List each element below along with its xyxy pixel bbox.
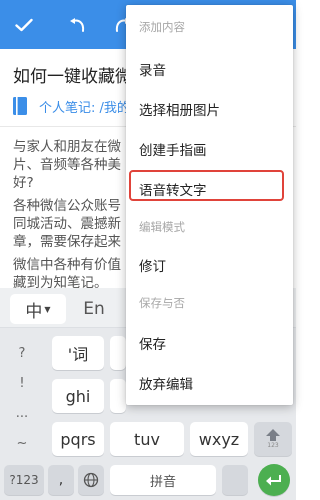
chevron-down-icon: ▼ — [44, 304, 51, 314]
folder-selector[interactable]: 个人笔记: /我的 — [13, 96, 130, 116]
arrow-up-icon — [266, 429, 280, 441]
notebook-icon — [13, 97, 27, 115]
english-mode-tab[interactable]: En — [66, 294, 122, 324]
key-9[interactable]: wxyz — [190, 422, 248, 456]
chinese-mode-tab[interactable]: 中 ▼ — [10, 294, 66, 324]
shift-sub-label: 123 — [267, 442, 279, 449]
globe-icon — [83, 472, 99, 488]
menu-section-save-or-not: 保存与否 — [139, 296, 185, 310]
key-2[interactable] — [110, 336, 126, 370]
comma-key[interactable]: , — [48, 465, 74, 495]
key-4[interactable]: ghi — [52, 379, 104, 413]
period-key[interactable] — [222, 465, 248, 495]
key-1[interactable]: '词 — [52, 336, 104, 370]
menu-item-discard-edit[interactable]: 放弃编辑 — [126, 363, 293, 403]
undo-button[interactable] — [54, 0, 102, 49]
note-title[interactable]: 如何一键收藏微 — [13, 62, 132, 87]
menu-item-choose-photo[interactable]: 选择相册图片 — [126, 89, 293, 129]
undo-icon — [70, 17, 85, 32]
menu-section-edit-mode: 编辑模式 — [139, 220, 185, 234]
body-paragraph: 各种微信公众账号 同城活动、震撼新 章，需要保存起来 — [13, 198, 121, 250]
punct-key[interactable]: ! — [0, 376, 44, 391]
symbols-key[interactable]: ?123 — [4, 465, 44, 495]
key-5[interactable] — [110, 379, 126, 413]
punctuation-column: ? ! ... ~ — [0, 332, 44, 462]
menu-item-revise[interactable]: 修订 — [126, 245, 293, 285]
globe-key[interactable] — [78, 465, 104, 495]
highlight-annotation-box — [129, 170, 284, 201]
shift-button[interactable]: 123 — [254, 422, 292, 456]
punct-key[interactable]: ... — [0, 406, 44, 421]
punct-key[interactable]: ~ — [0, 436, 44, 451]
body-paragraph: 微信中各种有价值 藏到为知笔记。 — [13, 257, 121, 291]
menu-item-finger-drawing[interactable]: 创建手指画 — [126, 129, 293, 169]
save-check-button[interactable] — [0, 0, 48, 49]
key-8[interactable]: tuv — [110, 422, 184, 456]
enter-button[interactable] — [258, 464, 290, 496]
space-key[interactable]: 拼音 — [110, 465, 216, 495]
menu-item-record-audio[interactable]: 录音 — [126, 49, 293, 89]
note-body[interactable]: 与家人和朋友在微 片、音频等各种美 好? 各种微信公众账号 同城活动、震撼新 章… — [13, 138, 127, 297]
menu-section-add-content: 添加内容 — [139, 20, 185, 34]
chinese-mode-label: 中 — [25, 301, 43, 322]
body-paragraph: 与家人和朋友在微 片、音频等各种美 好? — [13, 139, 121, 191]
enter-arrow-icon — [266, 474, 281, 485]
add-content-menu: 添加内容 录音 选择相册图片 创建手指画 语音转文字 编辑模式 修订 保存与否 … — [126, 5, 293, 405]
menu-item-save[interactable]: 保存 — [126, 323, 293, 363]
punct-key[interactable]: ? — [0, 346, 44, 361]
folder-path: 个人笔记: /我的 — [39, 100, 130, 116]
check-icon — [15, 18, 33, 31]
key-7[interactable]: pqrs — [52, 422, 104, 456]
